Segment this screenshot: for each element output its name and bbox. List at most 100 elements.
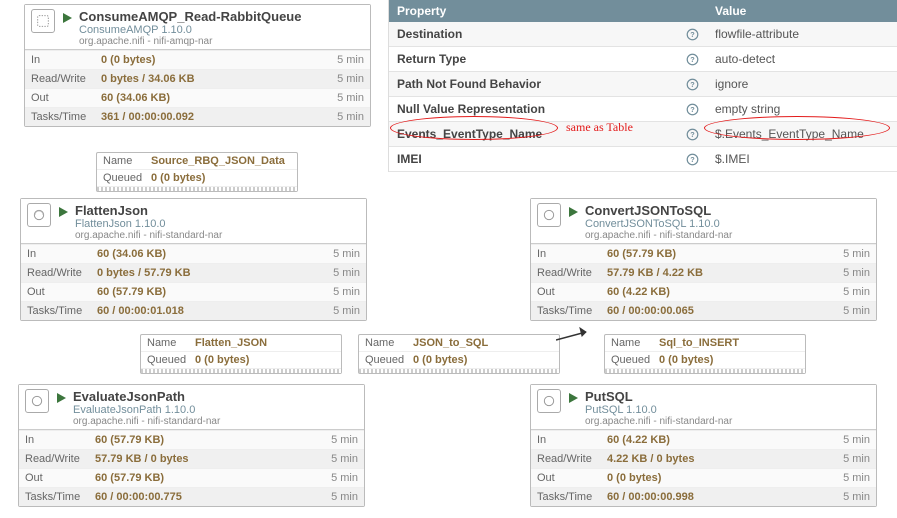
conn-grip [97, 187, 297, 191]
property-value[interactable]: empty string [707, 102, 897, 116]
property-value[interactable]: $.IMEI [707, 152, 897, 166]
property-name: IMEI ? [389, 152, 707, 166]
stat-in-value: 60 (57.79 KB) [607, 248, 830, 260]
processor-evaluate-jsonpath[interactable]: EvaluateJsonPath EvaluateJsonPath 1.10.0… [18, 384, 365, 507]
annotation-circle-right [704, 116, 890, 140]
stat-out-label: Out [27, 286, 97, 298]
play-icon [567, 392, 579, 407]
connection-flatten-json[interactable]: NameFlatten_JSON Queued0 (0 bytes) [140, 334, 342, 374]
svg-text:?: ? [690, 104, 695, 113]
help-icon[interactable]: ? [685, 52, 699, 66]
flow-arrow [556, 326, 596, 346]
connection-json-to-sql[interactable]: NameJSON_to_SQL Queued0 (0 bytes) [358, 334, 560, 374]
stat-out-value: 60 (57.79 KB) [95, 472, 318, 484]
help-icon[interactable]: ? [685, 127, 699, 141]
processor-type: PutSQL 1.10.0 [585, 404, 870, 416]
conn-queued-label: Queued [103, 172, 151, 184]
conn-queued-value: 0 (0 bytes) [659, 354, 799, 366]
property-name: Destination ? [389, 27, 707, 41]
processor-header: ConsumeAMQP_Read-RabbitQueue ConsumeAMQP… [25, 5, 370, 50]
processor-bundle: org.apache.nifi - nifi-amqp-nar [79, 36, 364, 47]
stat-rw-label: Read/Write [31, 73, 101, 85]
help-icon[interactable]: ? [685, 77, 699, 91]
processor-header: FlattenJson FlattenJson 1.10.0 org.apach… [21, 199, 366, 244]
annotation-circle-left [390, 116, 558, 140]
connection-sql-to-insert[interactable]: NameSql_to_INSERT Queued0 (0 bytes) [604, 334, 806, 374]
properties-header: Property Value [389, 0, 897, 22]
property-row[interactable]: Return Type ? auto-detect [389, 47, 897, 72]
processor-flatten-json[interactable]: FlattenJson FlattenJson 1.10.0 org.apach… [20, 198, 367, 321]
svg-text:?: ? [690, 129, 695, 138]
stat-in-label: In [537, 434, 607, 446]
conn-queued-label: Queued [365, 354, 413, 366]
stat-rw-label: Read/Write [27, 267, 97, 279]
conn-name-value: JSON_to_SQL [413, 337, 553, 349]
properties-panel: Property Value Destination ? flowfile-at… [388, 0, 897, 172]
play-icon [57, 206, 69, 221]
processor-type-icon [537, 203, 561, 227]
conn-name-label: Name [103, 155, 151, 167]
property-name: Path Not Found Behavior ? [389, 77, 707, 91]
stat-rw-label: Read/Write [25, 453, 95, 465]
stat-tt-label: Tasks/Time [31, 111, 101, 123]
stat-time: 5 min [320, 305, 360, 317]
stat-in-value: 60 (34.06 KB) [97, 248, 320, 260]
processor-type: ConvertJSONToSQL 1.10.0 [585, 218, 870, 230]
conn-grip [359, 369, 559, 373]
property-name-text: IMEI [397, 152, 422, 166]
play-icon [55, 392, 67, 407]
processor-name: ConsumeAMQP_Read-RabbitQueue [79, 9, 364, 24]
stat-rw-label: Read/Write [537, 453, 607, 465]
stat-time: 5 min [830, 434, 870, 446]
processor-type-icon [27, 203, 51, 227]
stat-out-value: 0 (0 bytes) [607, 472, 830, 484]
properties-header-value: Value [707, 4, 897, 18]
stat-rw-value: 0 bytes / 57.79 KB [97, 267, 320, 279]
conn-queued-value: 0 (0 bytes) [151, 172, 291, 184]
stat-time: 5 min [320, 248, 360, 260]
processor-bundle: org.apache.nifi - nifi-standard-nar [75, 230, 360, 241]
property-row[interactable]: IMEI ? $.IMEI [389, 147, 897, 172]
svg-text:?: ? [690, 154, 695, 163]
processor-consume-amqp[interactable]: ConsumeAMQP_Read-RabbitQueue ConsumeAMQP… [24, 4, 371, 127]
processor-type-icon [25, 389, 49, 413]
property-row[interactable]: Destination ? flowfile-attribute [389, 22, 897, 47]
property-row[interactable]: Path Not Found Behavior ? ignore [389, 72, 897, 97]
stat-rw-value: 4.22 KB / 0 bytes [607, 453, 830, 465]
processor-putsql[interactable]: PutSQL PutSQL 1.10.0 org.apache.nifi - n… [530, 384, 877, 507]
processor-name: FlattenJson [75, 203, 360, 218]
stat-in-value: 60 (57.79 KB) [95, 434, 318, 446]
stat-in-label: In [27, 248, 97, 260]
processor-type-icon [31, 9, 55, 33]
help-icon[interactable]: ? [685, 152, 699, 166]
processor-name: ConvertJSONToSQL [585, 203, 870, 218]
svg-text:?: ? [690, 54, 695, 63]
properties-header-name: Property [389, 4, 707, 18]
stat-time: 5 min [830, 286, 870, 298]
stat-time: 5 min [318, 434, 358, 446]
processor-type: FlattenJson 1.10.0 [75, 218, 360, 230]
stat-time: 5 min [324, 111, 364, 123]
conn-name-value: Flatten_JSON [195, 337, 335, 349]
annotation-text: same as Table [566, 120, 633, 135]
stat-out-label: Out [537, 286, 607, 298]
processor-name: PutSQL [585, 389, 870, 404]
processor-name: EvaluateJsonPath [73, 389, 358, 404]
nifi-canvas[interactable]: Property Value Destination ? flowfile-at… [0, 0, 897, 518]
property-value[interactable]: auto-detect [707, 52, 897, 66]
stat-rw-value: 0 bytes / 34.06 KB [101, 73, 324, 85]
conn-name-value: Source_RBQ_JSON_Data [151, 155, 291, 167]
connection-source-rbq[interactable]: NameSource_RBQ_JSON_Data Queued0 (0 byte… [96, 152, 298, 192]
processor-bundle: org.apache.nifi - nifi-standard-nar [73, 416, 358, 427]
help-icon[interactable]: ? [685, 27, 699, 41]
stat-tt-label: Tasks/Time [537, 491, 607, 503]
processor-convert-json-to-sql[interactable]: ConvertJSONToSQL ConvertJSONToSQL 1.10.0… [530, 198, 877, 321]
stat-time: 5 min [324, 73, 364, 85]
stat-in-label: In [31, 54, 101, 66]
property-value[interactable]: flowfile-attribute [707, 27, 897, 41]
stat-time: 5 min [318, 453, 358, 465]
property-value[interactable]: ignore [707, 77, 897, 91]
help-icon[interactable]: ? [685, 102, 699, 116]
stat-rw-label: Read/Write [537, 267, 607, 279]
processor-header: PutSQL PutSQL 1.10.0 org.apache.nifi - n… [531, 385, 876, 430]
